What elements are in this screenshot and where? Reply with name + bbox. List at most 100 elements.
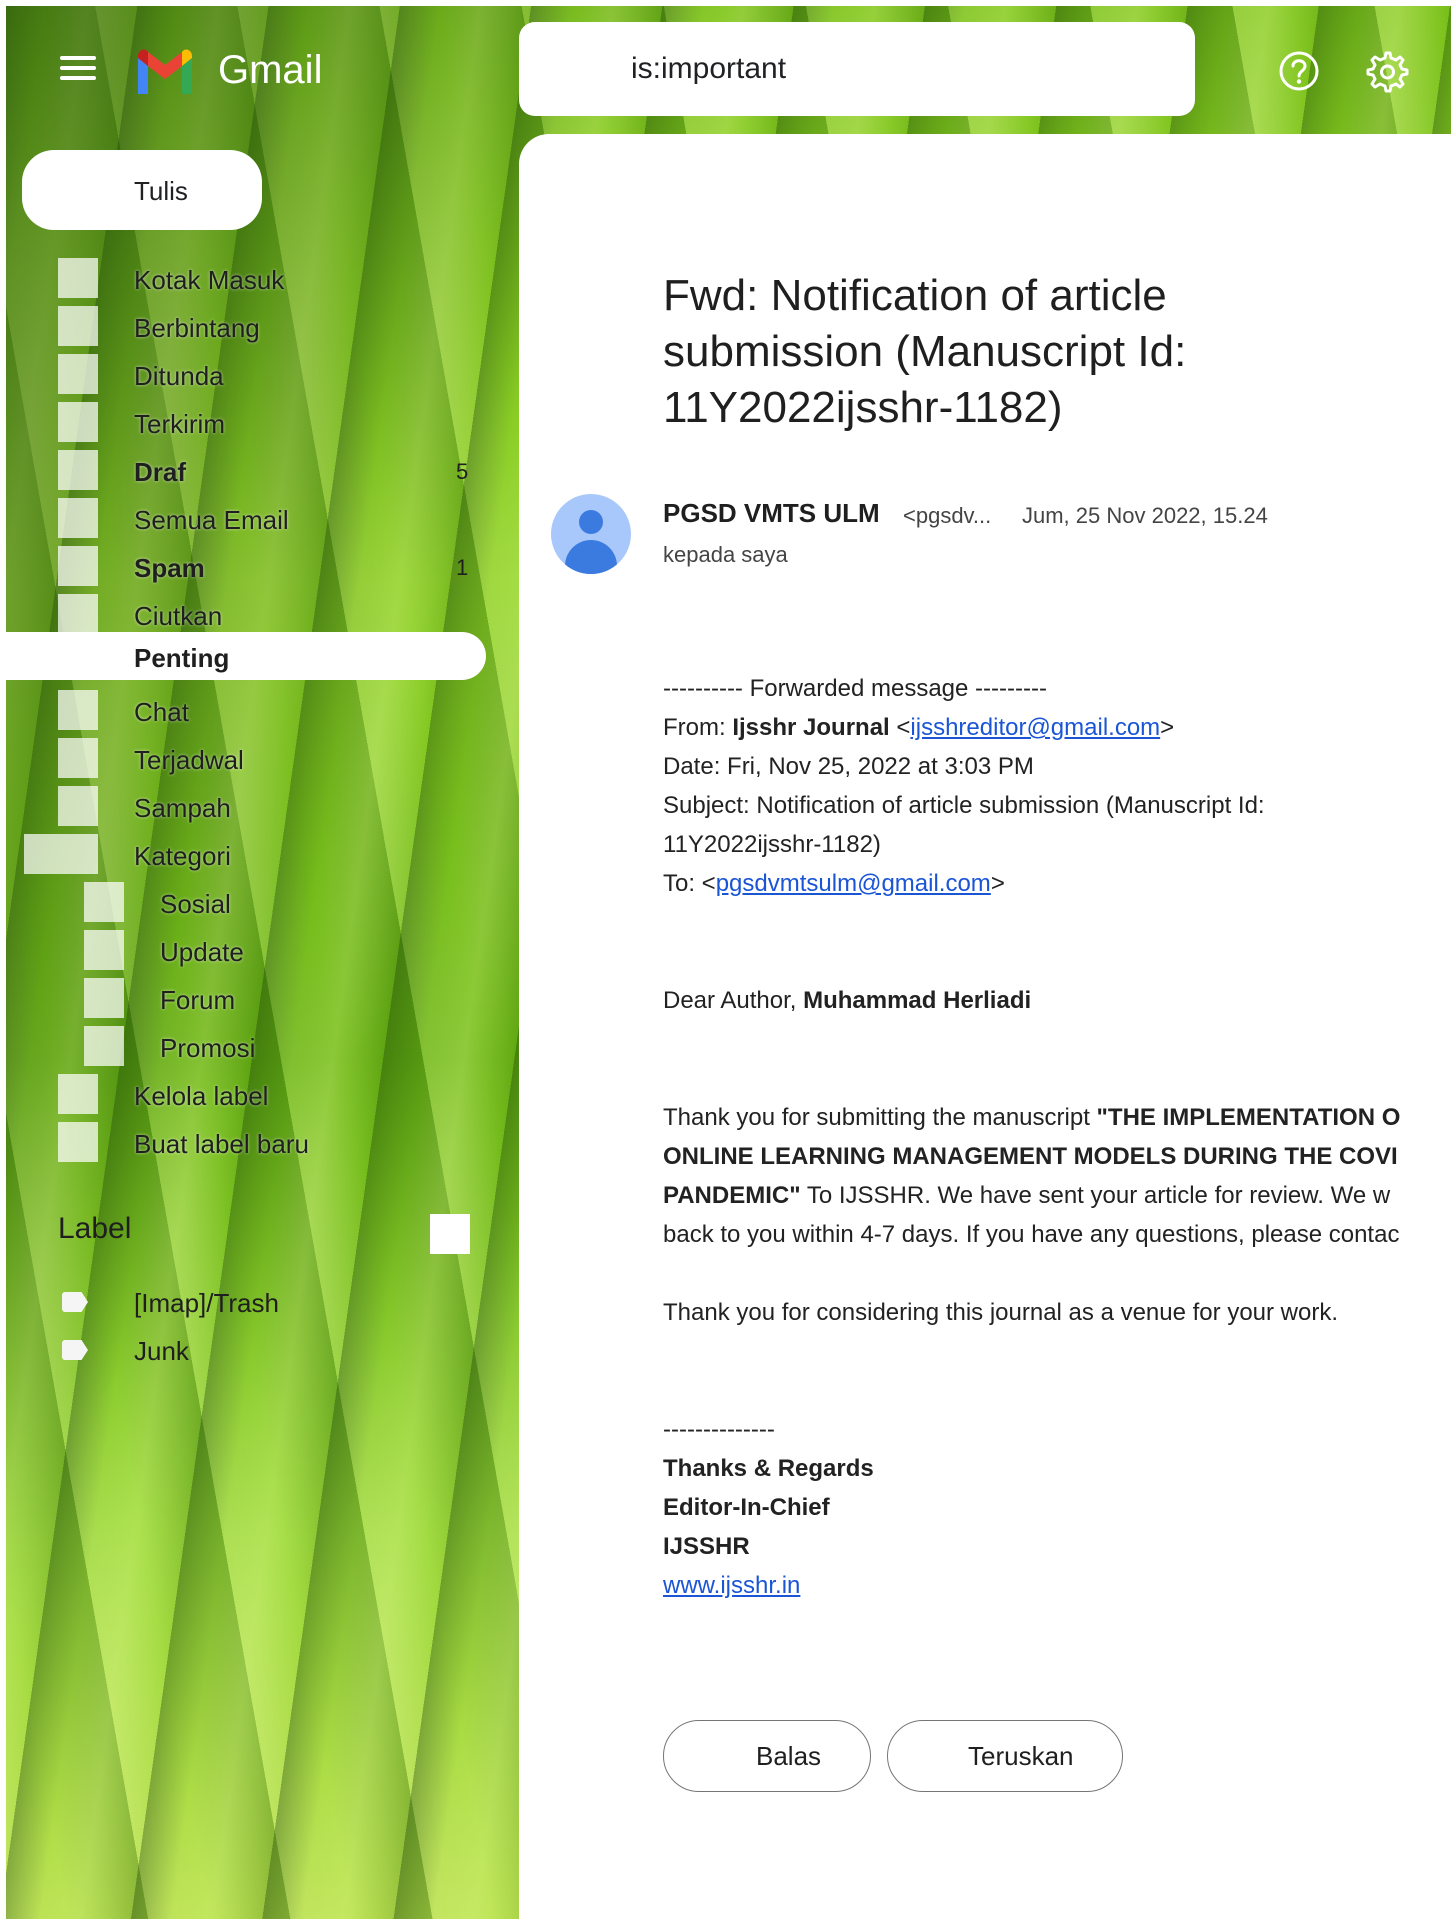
p1-title: "THE IMPLEMENTATION O xyxy=(1096,1104,1401,1131)
nav-item-sent[interactable]: Terkirim xyxy=(0,398,486,446)
promotions-icon xyxy=(84,1026,124,1066)
paragraph-2: Thank you for considering this journal a… xyxy=(663,1299,1339,1326)
sig-org: IJSSHR xyxy=(663,1533,750,1560)
signature-separator: -------------- xyxy=(663,1416,775,1443)
search-input[interactable]: is:important xyxy=(631,52,786,86)
from-email-link[interactable]: ijsshreditor@gmail.com xyxy=(910,714,1160,741)
signature-line-2: Editor-In-Chief xyxy=(663,1488,830,1527)
subject-line-1: Subject: Notification of article submiss… xyxy=(663,792,1265,819)
nav-item-trash[interactable]: Sampah xyxy=(0,782,486,830)
nav-item-spam[interactable]: Spam 1 xyxy=(0,542,486,590)
recipient-dropdown[interactable]: kepada saya xyxy=(663,542,788,568)
sig-regards: Thanks & Regards xyxy=(663,1455,874,1482)
nav-label: Buat label baru xyxy=(134,1129,309,1159)
drafts-count: 5 xyxy=(456,459,469,484)
subject-line-2: 11Y2022ijsshr-1182) xyxy=(663,831,881,858)
social-icon xyxy=(84,882,124,922)
label-name: Junk xyxy=(134,1336,189,1366)
date-line: Date: Fri, Nov 25, 2022 at 3:03 PM xyxy=(663,753,1034,780)
nav-item-collapse[interactable]: Ciutkan xyxy=(0,590,486,638)
nav-item-all-mail[interactable]: Semua Email xyxy=(0,494,486,542)
sender-avatar[interactable] xyxy=(551,494,631,574)
nav-label: Promosi xyxy=(160,1033,256,1063)
nav-label: Terkirim xyxy=(134,409,225,439)
nav-item-promotions[interactable]: Promosi xyxy=(0,1022,486,1070)
nav-item-create-label[interactable]: Buat label baru xyxy=(0,1118,486,1166)
forward-button[interactable]: Teruskan xyxy=(887,1720,1123,1792)
greeting: Dear Author, xyxy=(663,987,804,1014)
label-name: [Imap]/Trash xyxy=(134,1288,279,1318)
nav-label: Penting xyxy=(134,643,230,673)
p1-title-end: PANDEMIC" xyxy=(663,1182,801,1209)
nav-label: Berbintang xyxy=(134,313,260,343)
nav-label: Chat xyxy=(134,697,189,727)
paragraph-1-line-4: back to you within 4-7 days. If you have… xyxy=(663,1221,1400,1248)
add-label-plus-icon[interactable] xyxy=(430,1214,470,1254)
compose-button[interactable]: Tulis xyxy=(22,150,262,230)
signature-line-3: IJSSHR xyxy=(663,1527,750,1566)
clock-icon xyxy=(58,354,98,394)
updates-icon xyxy=(84,930,124,970)
website-link[interactable]: www.ijsshr.in xyxy=(663,1572,800,1599)
label-item[interactable]: [Imap]/Trash xyxy=(0,1280,480,1324)
nav-item-scheduled[interactable]: Terjadwal xyxy=(0,734,486,782)
label-item[interactable]: Junk xyxy=(0,1328,480,1372)
spam-count: 1 xyxy=(456,555,469,580)
paragraph-1-line-3: PANDEMIC" To IJSSHR. We have sent your a… xyxy=(663,1176,1390,1215)
author-name: Muhammad Herliadi xyxy=(803,987,1032,1014)
manage-labels-icon xyxy=(58,1074,98,1114)
main-menu-icon[interactable] xyxy=(56,50,100,94)
app-name: Gmail xyxy=(218,48,323,92)
nav-label: Kategori xyxy=(134,841,231,871)
sender-name[interactable]: PGSD VMTS ULM xyxy=(663,498,880,529)
nav-item-important[interactable]: Penting xyxy=(6,632,486,680)
nav-item-chat[interactable]: Chat xyxy=(0,686,486,734)
greeting-line: Dear Author, Muhammad Herliadi xyxy=(663,981,1031,1020)
compose-label: Tulis xyxy=(134,176,188,206)
forward-header: ---------- Forwarded message --------- xyxy=(663,675,1047,702)
nav-label: Kotak Masuk xyxy=(134,265,285,295)
to-email-link[interactable]: pgsdvmtsulm@gmail.com xyxy=(716,870,991,897)
labels-heading: Label xyxy=(58,1212,132,1245)
nav-label: Ditunda xyxy=(134,361,224,391)
p1-text-cont: To IJSSHR. We have sent your article for… xyxy=(800,1182,1391,1209)
nav-item-inbox[interactable]: Kotak Masuk xyxy=(0,254,486,302)
sig-title: Editor-In-Chief xyxy=(663,1494,830,1521)
settings-gear-icon[interactable] xyxy=(1363,48,1409,94)
email-subject: Fwd: Notification of article submission … xyxy=(663,271,1187,432)
nav-item-updates[interactable]: Update xyxy=(0,926,486,974)
nav-item-starred[interactable]: Berbintang xyxy=(0,302,486,350)
p1-title-cont: ONLINE LEARNING MANAGEMENT MODELS DURING… xyxy=(663,1143,1398,1170)
categories-icon xyxy=(24,834,98,874)
nav-item-categories[interactable]: Kategori xyxy=(0,830,486,878)
trash-icon xyxy=(58,786,98,826)
p1-text: Thank you for submitting the manuscript xyxy=(663,1104,1097,1131)
nav-label: Kelola label xyxy=(134,1081,269,1111)
nav-item-drafts[interactable]: Draf 5 xyxy=(0,446,486,494)
sender-email: <pgsdv... xyxy=(903,503,992,528)
avatar-body xyxy=(565,540,617,574)
reply-button[interactable]: Balas xyxy=(663,1720,871,1792)
search-bar[interactable]: is:important xyxy=(519,22,1195,116)
nav-label: Spam xyxy=(134,553,205,583)
nav-label: Terjadwal xyxy=(134,745,244,775)
scheduled-icon xyxy=(58,738,98,778)
nav-item-social[interactable]: Sosial xyxy=(0,878,486,926)
avatar-head xyxy=(579,510,603,534)
nav-label: Draf xyxy=(134,457,187,487)
to-label: To: < xyxy=(663,870,716,897)
draft-icon xyxy=(58,450,98,490)
add-label-icon xyxy=(58,1122,98,1162)
label-tag-icon xyxy=(62,1292,88,1312)
help-icon[interactable] xyxy=(1276,48,1322,94)
nav-item-manage-labels[interactable]: Kelola label xyxy=(0,1070,486,1118)
nav-label: Ciutkan xyxy=(134,601,223,631)
nav-item-snoozed[interactable]: Ditunda xyxy=(0,350,486,398)
nav-item-forums[interactable]: Forum xyxy=(0,974,486,1022)
send-icon xyxy=(58,402,98,442)
paragraph-1-line-2: ONLINE LEARNING MANAGEMENT MODELS DURING… xyxy=(663,1137,1398,1176)
gmail-logo-icon xyxy=(138,49,192,94)
email-date: Jum, 25 Nov 2022, 15.24 xyxy=(1022,503,1268,528)
label-tag-icon xyxy=(62,1340,88,1360)
nav-label: Sampah xyxy=(134,793,231,823)
